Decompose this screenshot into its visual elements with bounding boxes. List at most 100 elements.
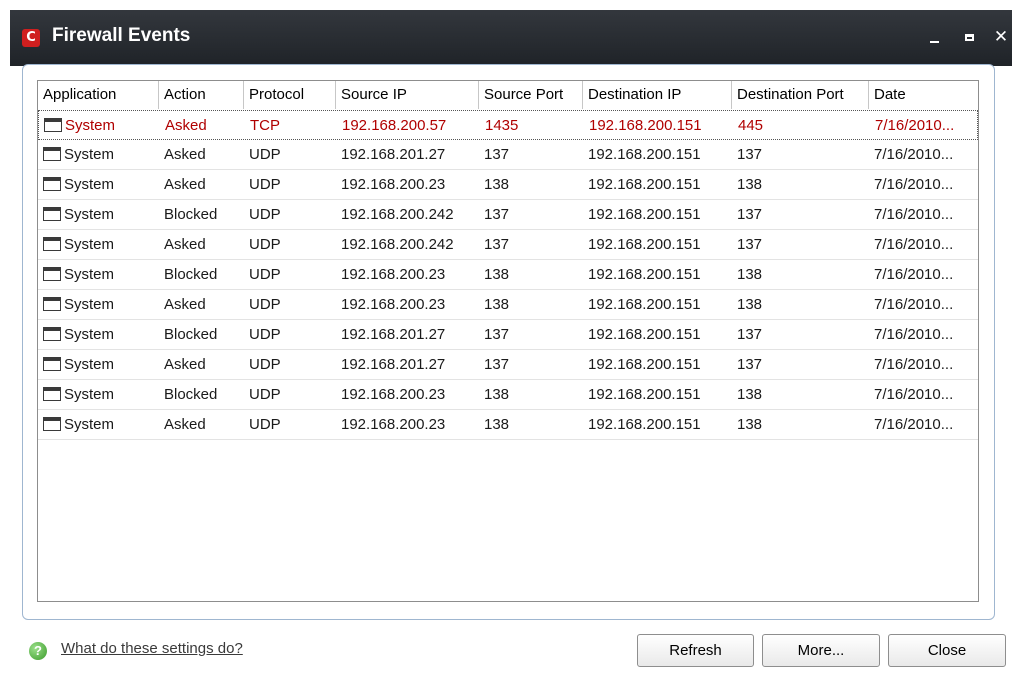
cell-text: System bbox=[64, 386, 115, 403]
table-row[interactable]: System Asked UDP 192.168.200.23 138 192.168.2… bbox=[38, 170, 978, 200]
application-window-icon bbox=[43, 327, 61, 341]
cell-text: System bbox=[64, 356, 115, 373]
cell-source-ip: 192.168.200.23 bbox=[341, 386, 446, 403]
application-window-icon bbox=[43, 267, 61, 281]
help-icon[interactable]: ? bbox=[29, 642, 47, 660]
cell-destination-port: 138 bbox=[737, 296, 763, 313]
cell-protocol: UDP bbox=[249, 266, 281, 283]
column-header-date[interactable]: Date bbox=[869, 81, 978, 109]
table-row[interactable]: System Blocked UDP 192.168.200.23 138 192.168… bbox=[38, 380, 978, 410]
cell-date: 7/16/2010... bbox=[874, 386, 954, 403]
column-header-action[interactable]: Action bbox=[159, 81, 244, 109]
close-window-button[interactable]: ✕ bbox=[988, 24, 1012, 50]
cell-action: Blocked bbox=[164, 386, 218, 403]
close-button[interactable]: Close bbox=[888, 634, 1006, 667]
cell-date: 7/16/2010... bbox=[874, 146, 954, 163]
cell-action: Asked bbox=[164, 236, 206, 253]
table-row[interactable]: System Asked UDP 192.168.200.242 137 192.168.… bbox=[38, 230, 978, 260]
cell-action: Blocked bbox=[164, 266, 218, 283]
minimize-button[interactable] bbox=[921, 24, 947, 50]
cell-destination-port: 138 bbox=[737, 266, 763, 283]
cell-destination-port: 137 bbox=[737, 146, 763, 163]
cell-protocol: UDP bbox=[249, 356, 281, 373]
table-row[interactable]: System Asked UDP 192.168.200.23 138 192.168.2… bbox=[38, 410, 978, 440]
cell-protocol: UDP bbox=[249, 416, 281, 433]
table-row[interactable]: System Asked UDP 192.168.201.27 137 192.168.2… bbox=[38, 350, 978, 380]
table-row[interactable]: System Asked UDP 192.168.201.27 137 192.168.2… bbox=[38, 140, 978, 170]
cell-destination-ip: 192.168.200.151 bbox=[588, 326, 701, 343]
cell-source-ip: 192.168.201.27 bbox=[341, 356, 446, 373]
table-row[interactable]: System Blocked UDP 192.168.200.242 137 192.16… bbox=[38, 200, 978, 230]
window-title: Firewall Events bbox=[52, 25, 191, 46]
table-row[interactable]: System Blocked UDP 192.168.200.23 138 192.168… bbox=[38, 260, 978, 290]
cell-destination-port: 137 bbox=[737, 356, 763, 373]
events-table[interactable]: Application Action Protocol Source IP So… bbox=[37, 80, 979, 602]
table-header: Application Action Protocol Source IP So… bbox=[38, 81, 978, 109]
title-bar[interactable]: C Firewall Events ✕ bbox=[10, 10, 1012, 66]
cell-source-port: 137 bbox=[484, 326, 510, 343]
cell-source-port: 137 bbox=[484, 206, 510, 223]
column-header-destination-port[interactable]: Destination Port bbox=[732, 81, 869, 109]
table-row[interactable]: System Blocked UDP 192.168.201.27 137 192.168… bbox=[38, 320, 978, 350]
more-button[interactable]: More... bbox=[762, 634, 880, 667]
cell-protocol: TCP bbox=[250, 117, 280, 134]
cell-application: System bbox=[38, 200, 159, 229]
cell-source-port: 138 bbox=[484, 386, 510, 403]
cell-date: 7/16/2010... bbox=[874, 296, 954, 313]
application-window-icon bbox=[43, 387, 61, 401]
cell-destination-port: 138 bbox=[737, 176, 763, 193]
close-icon: ✕ bbox=[993, 27, 1009, 47]
cell-protocol: UDP bbox=[249, 296, 281, 313]
table-row[interactable]: System Asked TCP 192.168.200.57 1435 192.168.… bbox=[38, 110, 978, 140]
cell-source-port: 137 bbox=[484, 356, 510, 373]
cell-action: Blocked bbox=[164, 206, 218, 223]
cell-action: Asked bbox=[164, 296, 206, 313]
column-header-source-ip[interactable]: Source IP bbox=[336, 81, 479, 109]
application-window-icon bbox=[43, 417, 61, 431]
cell-date: 7/16/2010... bbox=[874, 176, 954, 193]
column-header-protocol[interactable]: Protocol bbox=[244, 81, 336, 109]
cell-destination-port: 445 bbox=[738, 117, 764, 134]
cell-source-port: 138 bbox=[484, 296, 510, 313]
cell-source-port: 137 bbox=[484, 236, 510, 253]
column-header-source-port[interactable]: Source Port bbox=[479, 81, 583, 109]
cell-source-ip: 192.168.200.242 bbox=[341, 236, 454, 253]
cell-source-port: 138 bbox=[484, 416, 510, 433]
maximize-button[interactable] bbox=[956, 24, 982, 50]
cell-protocol: UDP bbox=[249, 386, 281, 403]
cell-source-port: 138 bbox=[484, 266, 510, 283]
cell-destination-ip: 192.168.200.151 bbox=[588, 416, 701, 433]
refresh-button[interactable]: Refresh bbox=[637, 634, 754, 667]
cell-action: Asked bbox=[165, 117, 207, 134]
cell-source-ip: 192.168.200.23 bbox=[341, 296, 446, 313]
cell-protocol: UDP bbox=[249, 146, 281, 163]
column-header-destination-ip[interactable]: Destination IP bbox=[583, 81, 732, 109]
cell-application: System bbox=[38, 230, 159, 259]
cell-application: System bbox=[38, 170, 159, 199]
cell-action: Asked bbox=[164, 146, 206, 163]
cell-source-port: 137 bbox=[484, 146, 510, 163]
application-window-icon bbox=[43, 177, 61, 191]
help-link[interactable]: What do these settings do? bbox=[61, 640, 243, 657]
application-window-icon bbox=[43, 237, 61, 251]
application-window-icon bbox=[44, 118, 62, 132]
cell-date: 7/16/2010... bbox=[874, 266, 954, 283]
cell-destination-ip: 192.168.200.151 bbox=[588, 266, 701, 283]
cell-application: System bbox=[39, 111, 160, 140]
cell-action: Asked bbox=[164, 356, 206, 373]
comodo-logo-icon: C bbox=[22, 29, 40, 47]
cell-action: Asked bbox=[164, 416, 206, 433]
cell-source-ip: 192.168.200.23 bbox=[341, 266, 446, 283]
cell-protocol: UDP bbox=[249, 176, 281, 193]
cell-date: 7/16/2010... bbox=[874, 206, 954, 223]
column-header-application[interactable]: Application bbox=[38, 81, 159, 109]
cell-application: System bbox=[38, 260, 159, 289]
cell-text: System bbox=[64, 326, 115, 343]
cell-date: 7/16/2010... bbox=[874, 236, 954, 253]
minimize-icon bbox=[929, 41, 939, 43]
table-row[interactable]: System Asked UDP 192.168.200.23 138 192.168.2… bbox=[38, 290, 978, 320]
cell-destination-ip: 192.168.200.151 bbox=[588, 146, 701, 163]
cell-destination-ip: 192.168.200.151 bbox=[588, 236, 701, 253]
cell-date: 7/16/2010... bbox=[874, 416, 954, 433]
cell-text: System bbox=[64, 416, 115, 433]
